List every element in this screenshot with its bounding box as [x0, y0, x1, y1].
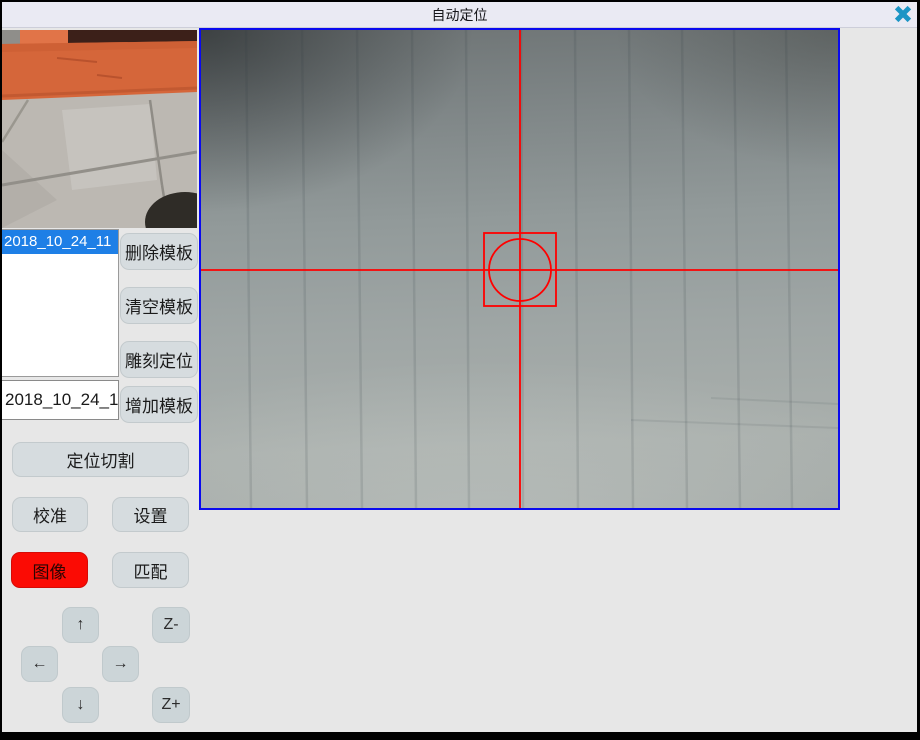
jog-z-minus-button[interactable]: Z-: [152, 607, 190, 643]
jog-up-button[interactable]: ↑: [62, 607, 99, 643]
window-border-bottom: [0, 732, 920, 740]
settings-button[interactable]: 设置: [112, 497, 189, 532]
template-list[interactable]: 2018_10_24_11: [1, 229, 119, 377]
crosshair-overlay: [201, 30, 838, 508]
thumbnail-photo: [2, 30, 197, 228]
window-border-top: [0, 0, 920, 2]
calibrate-button[interactable]: 校准: [12, 497, 88, 532]
match-button[interactable]: 匹配: [112, 552, 189, 588]
position-cut-button[interactable]: 定位切割: [12, 442, 189, 477]
jog-right-button[interactable]: →: [102, 646, 139, 682]
delete-template-button[interactable]: 删除模板: [120, 233, 198, 270]
image-button[interactable]: 图像: [11, 552, 88, 588]
window-border-left: [0, 0, 2, 740]
close-icon: [894, 5, 912, 23]
template-thumbnail: [2, 30, 197, 228]
engrave-position-button[interactable]: 雕刻定位: [120, 341, 198, 378]
jog-left-button[interactable]: ←: [21, 646, 58, 682]
camera-view: [199, 28, 840, 510]
titlebar: 自动定位: [2, 2, 917, 28]
add-template-button[interactable]: 增加模板: [120, 386, 198, 423]
dialog-title: 自动定位: [432, 5, 488, 25]
close-button[interactable]: [892, 3, 914, 25]
template-name-field[interactable]: [1, 380, 119, 420]
clear-templates-button[interactable]: 清空模板: [120, 287, 198, 324]
auto-position-dialog: 自动定位 2018_10_24: [0, 0, 920, 740]
template-list-item[interactable]: 2018_10_24_11: [2, 230, 118, 254]
camera-overlay: [201, 30, 838, 508]
jog-down-button[interactable]: ↓: [62, 687, 99, 723]
jog-z-plus-button[interactable]: Z+: [152, 687, 190, 723]
